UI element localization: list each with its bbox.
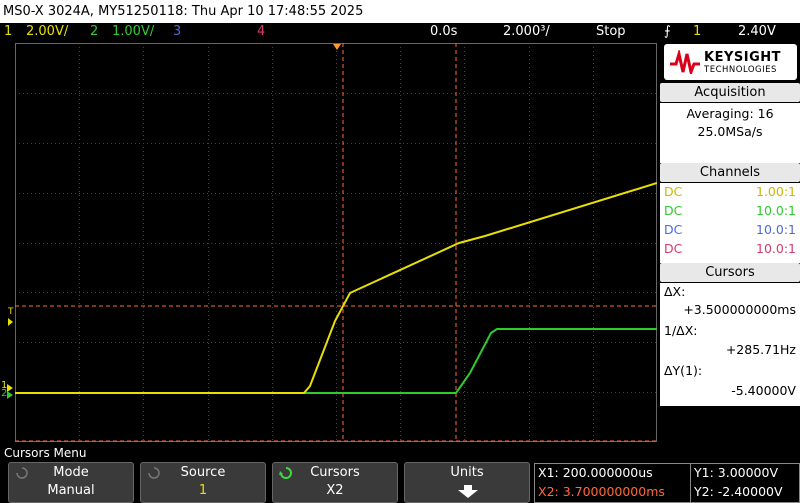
mode-softkey[interactable]: Mode Manual — [8, 462, 134, 503]
channels-panel[interactable]: DC 1.00:1 DC 10.0:1 DC 10.0:1 DC 10.0:1 — [660, 183, 800, 263]
source-softkey[interactable]: Source 1 — [140, 462, 266, 503]
source-label: Source — [180, 465, 226, 480]
mode-label: Mode — [53, 465, 89, 480]
y2-readout: Y2: -2.40000V — [694, 484, 783, 499]
ch2-num[interactable]: 2 — [90, 23, 98, 41]
cursors-panel[interactable]: ΔX: +3.500000000ms 1/ΔX: +285.71Hz ΔY(1)… — [660, 283, 800, 406]
channel-bar: 1 2.00V/ 2 1.00V/ 3 4 0.0s 2.000³/ Stop … — [0, 23, 800, 41]
acq-rate: 25.0MSa/s — [697, 124, 763, 139]
time-position[interactable]: 0.0s — [430, 23, 457, 41]
ch3-num[interactable]: 3 — [173, 23, 181, 41]
trigger-level[interactable]: 2.40V — [738, 23, 776, 41]
ch4-probe: 10.0:1 — [756, 241, 796, 256]
ch2-ground-marker: 2 — [1, 388, 7, 399]
submenu-arrow-icon — [458, 485, 478, 498]
ch3-probe: 10.0:1 — [756, 222, 796, 237]
trigger-channel[interactable]: 1 — [693, 23, 701, 41]
x2-readout: X2: 3.700000000ms — [538, 484, 665, 499]
graticule — [15, 43, 657, 442]
units-softkey[interactable]: Units — [404, 462, 530, 503]
trigger-edge-icon: ⨍ — [664, 24, 671, 39]
inv-dx-label: 1/ΔX: — [664, 323, 698, 338]
menu-title: Cursors Menu — [4, 446, 87, 460]
trigger-position-marker — [333, 44, 341, 50]
acquisition-panel[interactable]: Averaging: 16 25.0MSa/s — [660, 103, 800, 163]
acq-mode: Averaging: 16 — [686, 106, 774, 121]
source-value: 1 — [198, 483, 208, 498]
cursors-header: Cursors — [660, 263, 800, 282]
channels-header: Channels — [660, 163, 800, 182]
ch1-num[interactable]: 1 — [4, 23, 12, 41]
cursors-label: Cursors — [310, 465, 360, 480]
y1-readout: Y1: 3.00000V — [694, 465, 779, 480]
logo-name: KEYSIGHT — [704, 50, 781, 65]
run-state[interactable]: Stop — [596, 23, 626, 41]
dy-value: -5.40000V — [731, 383, 796, 398]
mode-value: Manual — [47, 483, 95, 498]
units-label: Units — [450, 465, 484, 480]
waveform-display[interactable] — [15, 43, 657, 442]
dx-label: ΔX: — [664, 284, 686, 299]
cursors-softkey[interactable]: Cursors X2 — [272, 462, 398, 503]
keysight-logo: KEYSIGHT TECHNOLOGIES — [664, 44, 797, 80]
keysight-wave-icon — [670, 50, 700, 74]
acquisition-header: Acquisition — [660, 83, 800, 102]
title-bar: MS0-X 3024A, MY51250118: Thu Apr 10 17:4… — [0, 0, 800, 23]
ch2-scale[interactable]: 1.00V/ — [112, 23, 154, 41]
dx-value: +3.500000000ms — [683, 302, 796, 317]
trigger-level-arrow — [8, 318, 13, 326]
cursor-x-readout: X1: 200.000000us X2: 3.700000000ms — [534, 463, 691, 503]
ground-markers: T 1 2 — [1, 307, 14, 399]
trigger-level-marker: T — [7, 307, 14, 317]
ch1-scale[interactable]: 2.00V/ — [26, 23, 68, 41]
ch2-probe: 10.0:1 — [756, 203, 796, 218]
time-scale[interactable]: 2.000³/ — [503, 23, 550, 41]
logo-sub: TECHNOLOGIES — [704, 65, 777, 75]
cursors-value: X2 — [326, 483, 344, 498]
x1-readout: X1: 200.000000us — [538, 465, 653, 480]
inv-dx-value: +285.71Hz — [725, 342, 796, 357]
ch4-num[interactable]: 4 — [257, 23, 265, 41]
dy-label: ΔY(1): — [664, 363, 703, 378]
title-text: MS0-X 3024A, MY51250118: Thu Apr 10 17:4… — [3, 4, 364, 19]
cursor-y-readout: Y1: 3.00000V Y2: -2.40000V — [690, 463, 800, 503]
ch1-probe: 1.00:1 — [756, 184, 796, 199]
